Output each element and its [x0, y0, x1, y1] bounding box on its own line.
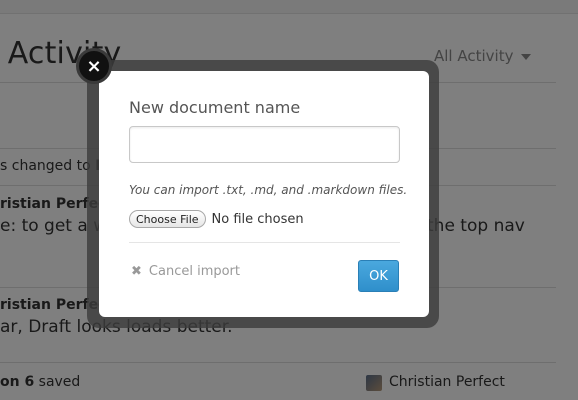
dialog-heading: New document name: [129, 98, 301, 117]
new-document-dialog: New document name You can import .txt, .…: [99, 71, 429, 317]
cancel-import-label: Cancel import: [148, 264, 241, 279]
cancel-x-icon: ✖: [131, 264, 142, 279]
choose-file-button[interactable]: Choose File: [129, 210, 206, 228]
divider: [129, 242, 400, 243]
file-status: No file chosen: [211, 211, 304, 227]
file-chooser: Choose File No file chosen: [129, 210, 304, 228]
document-name-input[interactable]: [129, 126, 400, 163]
cancel-import-link[interactable]: ✖ Cancel import: [131, 264, 240, 279]
close-icon[interactable]: ×: [76, 48, 112, 84]
import-hint: You can import .txt, .md, and .markdown …: [129, 183, 408, 197]
ok-button[interactable]: OK: [358, 260, 399, 292]
